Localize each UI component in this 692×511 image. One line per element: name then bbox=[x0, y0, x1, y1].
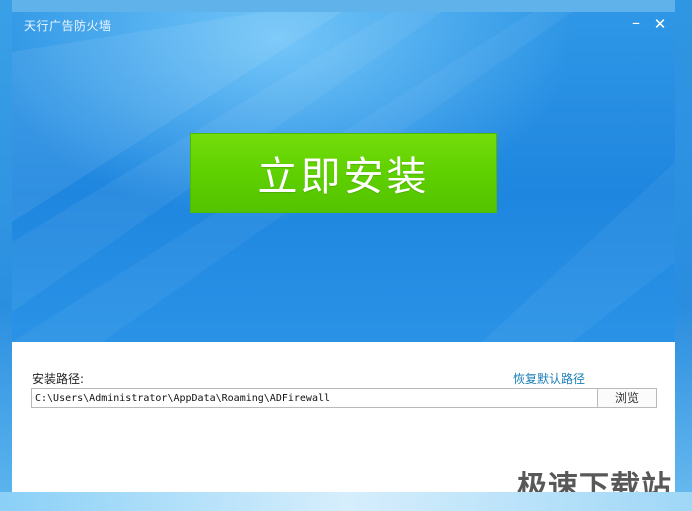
window-title: 天行广告防火墙 bbox=[24, 19, 112, 33]
installer-window: 天行广告防火墙 – ✕ 立即安装 安装路径: 恢复默认路径 浏览 极速下载站 bbox=[12, 12, 675, 492]
install-now-label: 立即安装 bbox=[257, 154, 430, 200]
hero-banner: 天行广告防火墙 – ✕ 立即安装 bbox=[12, 12, 675, 342]
site-watermark: 极速下载站 bbox=[517, 470, 672, 492]
desktop-wallpaper-left bbox=[0, 0, 12, 511]
desktop-wallpaper-bottom bbox=[0, 492, 692, 511]
install-now-button[interactable]: 立即安装 bbox=[190, 133, 497, 213]
desktop-wallpaper-right bbox=[675, 0, 692, 511]
browse-button[interactable]: 浏览 bbox=[597, 388, 657, 408]
restore-default-path-link[interactable]: 恢复默认路径 bbox=[513, 370, 585, 387]
close-icon[interactable]: ✕ bbox=[650, 14, 670, 34]
install-path-label: 安装路径: bbox=[32, 372, 85, 386]
minimize-icon[interactable]: – bbox=[626, 14, 646, 34]
install-path-input[interactable] bbox=[31, 388, 598, 408]
